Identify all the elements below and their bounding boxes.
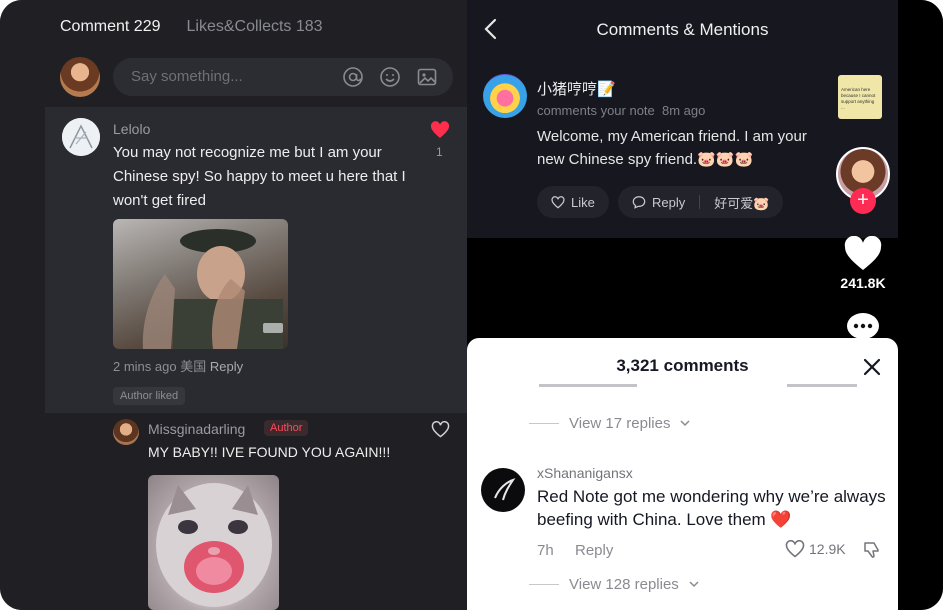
comment-time: 2 mins ago bbox=[113, 359, 177, 374]
image-icon[interactable] bbox=[416, 66, 438, 88]
emoji-icon[interactable] bbox=[379, 66, 401, 88]
reply-text: MY BABY!! IVE FOUND YOU AGAIN!!! bbox=[148, 444, 391, 460]
heart-filled-icon[interactable] bbox=[430, 121, 450, 139]
comment-time: 7h bbox=[537, 542, 554, 559]
reply-username[interactable]: Missginadarling bbox=[148, 421, 245, 437]
heart-outline-icon bbox=[785, 540, 805, 558]
reply-avatar[interactable] bbox=[113, 419, 139, 445]
screenshot-frame: Comment 229 Likes&Collects 183 Say somet… bbox=[0, 0, 943, 610]
reply-button[interactable]: Reply bbox=[575, 542, 613, 559]
avatar[interactable] bbox=[62, 118, 100, 156]
comment-text: Red Note got me wondering why we’re alwa… bbox=[537, 487, 886, 529]
comment-text: You may not recognize me but I am your C… bbox=[113, 144, 406, 209]
reaction-label[interactable]: 好可爱🐷 bbox=[714, 193, 769, 212]
comment-photo[interactable] bbox=[113, 219, 288, 349]
cut-off-row bbox=[537, 378, 877, 388]
chevron-down-icon bbox=[680, 420, 690, 427]
comments-sheet: 3,321 comments View 17 replies xShananig… bbox=[467, 338, 898, 610]
view-replies-button[interactable]: View 17 replies bbox=[529, 415, 690, 432]
cut-off-text bbox=[577, 384, 637, 387]
heart-outline-icon[interactable] bbox=[431, 421, 450, 438]
notification-card: Comments & Mentions 小猪哼哼📝 comments your … bbox=[467, 0, 898, 238]
like-button[interactable]: Like bbox=[537, 186, 609, 218]
notification-avatar[interactable] bbox=[483, 74, 527, 118]
tab-likes-collects[interactable]: Likes&Collects 183 bbox=[187, 18, 323, 36]
view-replies-label: View 128 replies bbox=[569, 576, 679, 593]
at-icon[interactable] bbox=[342, 66, 364, 88]
author-badge: Author bbox=[264, 420, 309, 436]
view-replies-button[interactable]: View 128 replies bbox=[529, 576, 699, 593]
note-thumbnail[interactable]: American here because I cannot support a… bbox=[838, 75, 882, 119]
sketch-avatar-icon bbox=[62, 118, 100, 156]
author-liked-badge: Author liked bbox=[113, 387, 186, 405]
heart-outline-icon bbox=[551, 195, 565, 209]
reply-photo[interactable] bbox=[148, 475, 279, 610]
notification-text: Welcome, my American friend. I am your n… bbox=[537, 128, 807, 168]
reply-button[interactable]: Reply bbox=[210, 359, 243, 374]
comment-like-count: 1 bbox=[436, 145, 443, 159]
comment-meta: 2 mins ago 美国 Reply bbox=[113, 356, 243, 375]
commenter-username[interactable]: xShananigansx bbox=[537, 465, 633, 481]
note-thumbnail-text: American here because I cannot support a… bbox=[841, 87, 876, 110]
comment-like-button[interactable]: 12.9K bbox=[785, 540, 846, 558]
follow-plus-button[interactable]: + bbox=[850, 188, 876, 214]
reply-label: Reply bbox=[652, 194, 686, 210]
cut-off-text bbox=[539, 384, 579, 387]
notification-action-text: comments your note bbox=[537, 103, 655, 118]
close-icon[interactable] bbox=[863, 358, 881, 376]
my-avatar[interactable] bbox=[60, 57, 100, 97]
photo-officer-image bbox=[142, 229, 283, 349]
comment-input[interactable]: Say something... bbox=[113, 58, 453, 96]
notification-time: 8m ago bbox=[662, 103, 706, 118]
divider bbox=[529, 584, 559, 585]
rednote-comments-panel: Comment 229 Likes&Collects 183 Say somet… bbox=[0, 0, 467, 610]
notification-action: comments your note 8m ago bbox=[537, 103, 705, 118]
dislike-icon[interactable] bbox=[862, 540, 882, 560]
view-replies-label: View 17 replies bbox=[569, 415, 671, 432]
chevron-down-icon bbox=[689, 581, 699, 588]
tab-comment[interactable]: Comment 229 bbox=[60, 18, 161, 36]
divider bbox=[529, 423, 559, 424]
page-title: Comments & Mentions bbox=[596, 20, 769, 39]
comment-input-placeholder: Say something... bbox=[131, 68, 243, 85]
commenter-avatar[interactable] bbox=[481, 468, 525, 512]
comment-like-count: 12.9K bbox=[809, 541, 846, 557]
comment-tabs: Comment 229 Likes&Collects 183 bbox=[60, 18, 323, 36]
reply-pill[interactable]: Reply 好可爱🐷 bbox=[618, 186, 784, 218]
video-like-count: 241.8K bbox=[840, 275, 886, 291]
divider bbox=[699, 195, 701, 209]
comment-location: 美国 bbox=[180, 359, 207, 374]
notification-username[interactable]: 小猪哼哼📝 bbox=[537, 78, 616, 99]
like-label: Like bbox=[571, 194, 595, 210]
comment-username[interactable]: Lelolo bbox=[113, 121, 150, 137]
swirl-logo-icon bbox=[494, 478, 516, 501]
comment-bubble-icon bbox=[632, 196, 646, 209]
cut-off-text bbox=[787, 384, 857, 387]
crying-cat-image bbox=[156, 483, 272, 607]
heart-icon[interactable] bbox=[843, 236, 883, 272]
comments-count-title: 3,321 comments bbox=[616, 356, 749, 375]
